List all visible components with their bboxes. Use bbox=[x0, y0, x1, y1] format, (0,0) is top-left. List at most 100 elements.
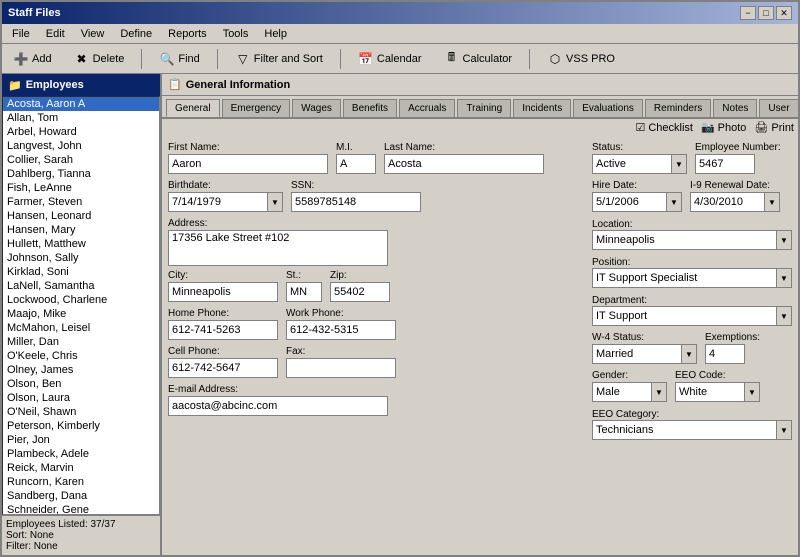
employee-list-item[interactable]: O'Keele, Chris bbox=[3, 349, 159, 363]
print-link[interactable]: 🖨 Print bbox=[754, 121, 794, 134]
last-name-input[interactable] bbox=[384, 154, 544, 174]
tab-accruals[interactable]: Accruals bbox=[399, 99, 455, 117]
eeo-category-dropdown-arrow[interactable]: ▼ bbox=[776, 420, 792, 440]
gender-input[interactable] bbox=[592, 382, 652, 402]
email-input[interactable] bbox=[168, 396, 388, 416]
employee-list-item[interactable]: Acosta, Aaron A bbox=[3, 97, 159, 111]
employee-list-item[interactable]: Fish, LeAnne bbox=[3, 181, 159, 195]
department-dropdown-arrow[interactable]: ▼ bbox=[776, 306, 792, 326]
employee-list-item[interactable]: O'Neil, Shawn bbox=[3, 405, 159, 419]
menu-view[interactable]: View bbox=[75, 27, 111, 41]
tab-reminders[interactable]: Reminders bbox=[645, 99, 711, 117]
tab-user[interactable]: User bbox=[759, 99, 798, 117]
address-input[interactable] bbox=[168, 230, 388, 266]
menu-reports[interactable]: Reports bbox=[162, 27, 213, 41]
eeo-category-input[interactable] bbox=[592, 420, 777, 440]
employee-list-item[interactable]: Schneider, Gene bbox=[3, 503, 159, 515]
employee-list-item[interactable]: Olson, Ben bbox=[3, 377, 159, 391]
state-input[interactable] bbox=[286, 282, 322, 302]
home-phone-input[interactable] bbox=[168, 320, 278, 340]
employee-list-item[interactable]: Lockwood, Charlene bbox=[3, 293, 159, 307]
position-dropdown-arrow[interactable]: ▼ bbox=[776, 268, 792, 288]
employee-list-item[interactable]: Hansen, Leonard bbox=[3, 209, 159, 223]
birthdate-input[interactable] bbox=[168, 192, 268, 212]
tab-wages[interactable]: Wages bbox=[292, 99, 341, 117]
menu-define[interactable]: Define bbox=[114, 27, 158, 41]
employee-list-item[interactable]: LaNell, Samantha bbox=[3, 279, 159, 293]
employee-list-item[interactable]: Allan, Tom bbox=[3, 111, 159, 125]
filter-sort-button[interactable]: ▽ Filter and Sort bbox=[228, 48, 330, 70]
first-name-input[interactable] bbox=[168, 154, 328, 174]
employee-list-item[interactable]: Langvest, John bbox=[3, 139, 159, 153]
employee-list-item[interactable]: Olson, Laura bbox=[3, 391, 159, 405]
employee-list-item[interactable]: Miller, Dan bbox=[3, 335, 159, 349]
tab-training[interactable]: Training bbox=[457, 99, 511, 117]
tab-notes[interactable]: Notes bbox=[713, 99, 757, 117]
w4-dropdown-arrow[interactable]: ▼ bbox=[681, 344, 697, 364]
department-input[interactable] bbox=[592, 306, 777, 326]
employee-list-item[interactable]: Peterson, Kimberly bbox=[3, 419, 159, 433]
find-button[interactable]: 🔍 Find bbox=[152, 48, 206, 70]
delete-button[interactable]: ✖ Delete bbox=[67, 48, 132, 70]
employee-list-item[interactable]: Arbel, Howard bbox=[3, 125, 159, 139]
employee-list-item[interactable]: Plambeck, Adele bbox=[3, 447, 159, 461]
employee-list-item[interactable]: Farmer, Steven bbox=[3, 195, 159, 209]
employee-list[interactable]: Acosta, Aaron AAllan, TomArbel, HowardLa… bbox=[2, 96, 160, 515]
employee-list-item[interactable]: Hullett, Matthew bbox=[3, 237, 159, 251]
w4-input[interactable] bbox=[592, 344, 682, 364]
menu-edit[interactable]: Edit bbox=[40, 27, 71, 41]
gender-dropdown-arrow[interactable]: ▼ bbox=[651, 382, 667, 402]
eeo-code-dropdown-arrow[interactable]: ▼ bbox=[744, 382, 760, 402]
employee-list-item[interactable]: Johnson, Sally bbox=[3, 251, 159, 265]
exemptions-input[interactable] bbox=[705, 344, 745, 364]
maximize-button[interactable]: □ bbox=[758, 6, 774, 20]
employee-list-item[interactable]: Reick, Marvin bbox=[3, 461, 159, 475]
employee-list-item[interactable]: Hansen, Mary bbox=[3, 223, 159, 237]
i9-renewal-input[interactable] bbox=[690, 192, 765, 212]
hire-date-input[interactable] bbox=[592, 192, 667, 212]
city-input[interactable] bbox=[168, 282, 278, 302]
employee-list-item[interactable]: Maajo, Mike bbox=[3, 307, 159, 321]
birthdate-dropdown-arrow[interactable]: ▼ bbox=[267, 192, 283, 212]
minimize-button[interactable]: − bbox=[740, 6, 756, 20]
cell-phone-input[interactable] bbox=[168, 358, 278, 378]
location-input[interactable] bbox=[592, 230, 777, 250]
eeo-code-input[interactable] bbox=[675, 382, 745, 402]
employee-list-item[interactable]: Pier, Jon bbox=[3, 433, 159, 447]
tab-evaluations[interactable]: Evaluations bbox=[573, 99, 643, 117]
calculator-button[interactable]: 🖩 Calculator bbox=[437, 48, 520, 70]
menu-tools[interactable]: Tools bbox=[217, 27, 255, 41]
fax-input[interactable] bbox=[286, 358, 396, 378]
tab-emergency[interactable]: Emergency bbox=[222, 99, 291, 117]
position-input[interactable] bbox=[592, 268, 777, 288]
employee-list-item[interactable]: McMahon, Leisel bbox=[3, 321, 159, 335]
employee-list-item[interactable]: Collier, Sarah bbox=[3, 153, 159, 167]
emp-number-input[interactable] bbox=[695, 154, 755, 174]
employee-list-item[interactable]: Olney, James bbox=[3, 363, 159, 377]
calendar-button[interactable]: 📅 Calendar bbox=[351, 48, 429, 70]
checklist-link[interactable]: ☑ Checklist bbox=[635, 121, 693, 134]
close-button[interactable]: ✕ bbox=[776, 6, 792, 20]
employee-list-item[interactable]: Kirklad, Soni bbox=[3, 265, 159, 279]
tab-benefits[interactable]: Benefits bbox=[343, 99, 397, 117]
tab-general[interactable]: General bbox=[166, 99, 220, 117]
employee-list-item[interactable]: Sandberg, Dana bbox=[3, 489, 159, 503]
menu-file[interactable]: File bbox=[6, 27, 36, 41]
i9-dropdown-arrow[interactable]: ▼ bbox=[764, 192, 780, 212]
add-button[interactable]: ➕ Add bbox=[6, 48, 59, 70]
tab-incidents[interactable]: Incidents bbox=[513, 99, 571, 117]
menu-help[interactable]: Help bbox=[258, 27, 293, 41]
hire-date-dropdown-arrow[interactable]: ▼ bbox=[666, 192, 682, 212]
zip-input[interactable] bbox=[330, 282, 390, 302]
ssn-input[interactable] bbox=[291, 192, 421, 212]
employee-list-item[interactable]: Dahlberg, Tianna bbox=[3, 167, 159, 181]
status-input[interactable] bbox=[592, 154, 672, 174]
work-phone-input[interactable] bbox=[286, 320, 396, 340]
mi-input[interactable] bbox=[336, 154, 376, 174]
gender-wrapper: ▼ bbox=[592, 382, 667, 402]
vss-pro-button[interactable]: ⬡ VSS PRO bbox=[540, 48, 622, 70]
status-dropdown-arrow[interactable]: ▼ bbox=[671, 154, 687, 174]
photo-link[interactable]: 📷 Photo bbox=[701, 121, 746, 134]
employee-list-item[interactable]: Runcorn, Karen bbox=[3, 475, 159, 489]
location-dropdown-arrow[interactable]: ▼ bbox=[776, 230, 792, 250]
